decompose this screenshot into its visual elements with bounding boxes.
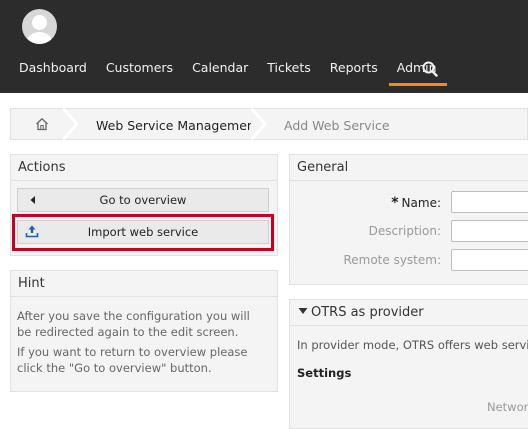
required-marker: * [391,195,399,211]
hint-title: Hint [11,271,277,297]
go-to-overview-label: Go to overview [99,193,187,207]
home-icon[interactable] [34,116,50,132]
description-label: Description: [368,224,441,238]
caret-left-icon [30,196,35,204]
general-title: General [290,155,528,181]
remote-system-label: Remote system: [343,253,441,267]
breadcrumb: Web Service Management Add Web Service [10,108,528,140]
avatar[interactable] [22,9,57,44]
main-nav: Dashboard Customers Calendar Tickets Rep… [19,60,456,87]
remote-system-input[interactable] [451,249,528,271]
network-label: Networ [487,400,528,414]
hint-text-2: If you want to return to overview please… [17,345,248,375]
nav-customers[interactable]: Customers [106,60,173,87]
nav-dashboard[interactable]: Dashboard [19,60,87,87]
settings-heading: Settings [297,366,352,380]
top-bar: Dashboard Customers Calendar Tickets Rep… [0,0,528,93]
provider-header[interactable]: OTRS as provider [290,300,528,326]
description-input[interactable] [451,220,528,242]
breadcrumb-item-web-service-management[interactable]: Web Service Management [96,118,260,133]
search-icon[interactable] [422,61,438,77]
nav-calendar[interactable]: Calendar [192,60,248,87]
actions-title: Actions [11,155,277,181]
breadcrumb-item-add-web-service: Add Web Service [284,118,390,133]
avatar-head-shape [32,15,47,30]
import-web-service-label: Import web service [87,225,199,239]
avatar-body-shape [27,32,52,44]
name-input[interactable] [451,191,528,213]
upload-icon [25,225,39,238]
provider-description: In provider mode, OTRS offers web servic… [297,338,528,352]
name-label-text: Name: [401,196,441,210]
name-label: * Name: [321,195,441,211]
hint-text-1: After you save the configuration you wil… [17,309,250,339]
breadcrumb-separator [251,108,267,140]
caret-down-icon [298,308,308,314]
go-to-overview-button[interactable]: Go to overview [17,188,269,212]
nav-reports[interactable]: Reports [330,60,378,87]
provider-title: OTRS as provider [311,305,424,320]
import-web-service-button[interactable]: Import web service [17,220,269,244]
breadcrumb-separator [63,108,79,140]
nav-tickets[interactable]: Tickets [267,60,311,87]
